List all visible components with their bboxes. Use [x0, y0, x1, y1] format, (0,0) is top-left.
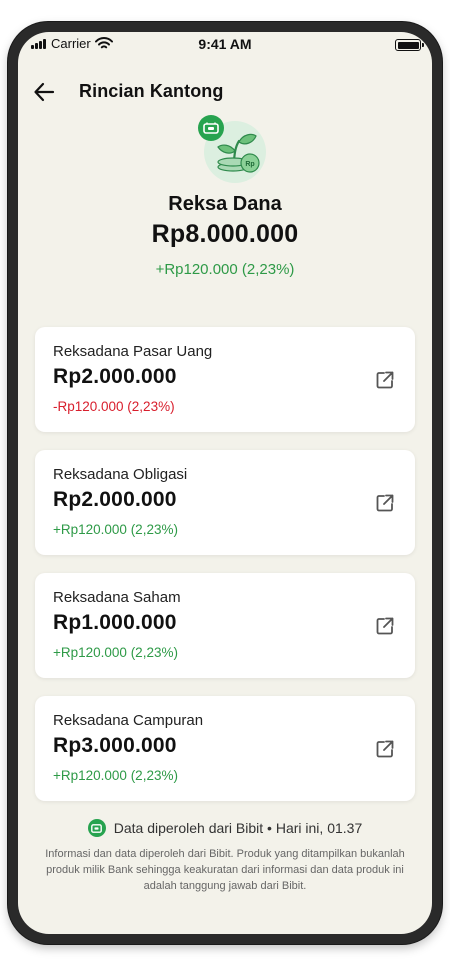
data-source-text: Data diperoleh dari Bibit • Hari ini, 01… — [113, 820, 363, 836]
fund-amount: Rp2.000.000 — [53, 488, 177, 511]
bibit-badge-icon — [198, 115, 224, 141]
svg-text:Rp: Rp — [245, 161, 254, 168]
portfolio-change: +Rp120.000 (2,23%) — [155, 261, 295, 278]
fund-name: Reksadana Pasar Uang — [53, 343, 213, 360]
fund-amount: Rp1.000.000 — [53, 611, 177, 634]
external-link-icon[interactable] — [373, 737, 397, 761]
data-source: Data diperoleh dari Bibit • Hari ini, 01… — [18, 819, 432, 837]
status-bar: Carrier 9:41 AM — [18, 32, 432, 58]
fund-change: -Rp120.000 (2,23%) — [53, 399, 175, 414]
fund-card-campuran[interactable]: Reksadana Campuran Rp3.000.000 +Rp120.00… — [35, 696, 415, 801]
back-button[interactable] — [30, 78, 58, 106]
bibit-logo-icon — [87, 819, 106, 837]
app-screen: Carrier 9:41 AM Rincian Kantong Rp Reksa… — [18, 32, 432, 934]
fund-name: Reksadana Obligasi — [53, 466, 188, 483]
fund-name: Reksadana Campuran — [53, 712, 204, 729]
external-link-icon[interactable] — [373, 491, 397, 515]
fund-name: Reksadana Saham — [53, 589, 181, 606]
fund-card-saham[interactable]: Reksadana Saham Rp1.000.000 +Rp120.000 (… — [35, 573, 415, 678]
fund-amount: Rp2.000.000 — [53, 365, 177, 388]
external-link-icon[interactable] — [373, 614, 397, 638]
fund-card-obligasi[interactable]: Reksadana Obligasi Rp2.000.000 +Rp120.00… — [35, 450, 415, 555]
fund-change: +Rp120.000 (2,23%) — [53, 522, 178, 537]
portfolio-name: Reksa Dana — [168, 193, 282, 215]
battery-icon — [395, 39, 424, 51]
disclaimer-text: Informasi dan data diperoleh dari Bibit.… — [45, 848, 405, 892]
fund-change: +Rp120.000 (2,23%) — [53, 645, 178, 660]
money-plant-illustration: Rp — [198, 115, 268, 185]
phone-frame: Carrier 9:41 AM Rincian Kantong Rp Reksa… — [8, 22, 442, 944]
fund-change: +Rp120.000 (2,23%) — [53, 768, 178, 783]
page-title: Rincian Kantong — [79, 81, 224, 101]
top-app-bar: Rincian Kantong — [18, 74, 432, 110]
fund-amount: Rp3.000.000 — [53, 734, 177, 757]
arrow-left-icon — [34, 82, 55, 102]
fund-card-pasar-uang[interactable]: Reksadana Pasar Uang Rp2.000.000 -Rp120.… — [35, 327, 415, 432]
external-link-icon[interactable] — [373, 368, 397, 392]
portfolio-total: Rp8.000.000 — [151, 220, 299, 248]
status-time: 9:41 AM — [198, 36, 252, 52]
